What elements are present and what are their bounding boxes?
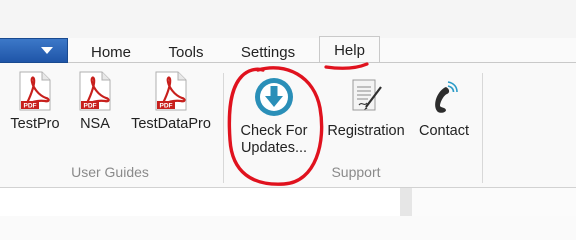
contact-label: Contact — [419, 123, 469, 139]
support-group-label: Support — [331, 164, 381, 180]
testpro-label: TestPro — [10, 116, 60, 132]
registration-button[interactable]: Registration — [322, 77, 410, 140]
group-separator — [223, 73, 224, 183]
testpro-guide-button[interactable]: PDF TestPro — [4, 71, 66, 133]
nsa-label: NSA — [80, 116, 110, 132]
testdatapro-guide-button[interactable]: PDF TestDataPro — [126, 71, 216, 133]
pdf-icon: PDF — [154, 71, 188, 111]
pdf-icon: PDF — [78, 71, 112, 111]
pdf-badge-text: PDF — [84, 103, 97, 110]
pdf-icon: PDF — [18, 71, 52, 111]
user-guides-group-label: User Guides — [71, 164, 149, 180]
check-for-updates-label-line1: Check For — [240, 123, 308, 139]
pdf-badge-text: PDF — [160, 103, 173, 110]
phone-icon — [426, 77, 462, 117]
registration-form-icon — [348, 77, 384, 117]
ribbon-panel: PDF TestPro PDF NSA PDF TestDataPro User… — [0, 63, 576, 188]
tab-help[interactable]: Help — [319, 36, 380, 64]
workspace-splitter[interactable] — [400, 188, 412, 216]
testdatapro-label: TestDataPro — [131, 116, 211, 132]
download-icon — [254, 77, 294, 117]
workspace-right-pane — [412, 188, 576, 216]
tab-settings[interactable]: Settings — [228, 42, 308, 63]
registration-label: Registration — [327, 123, 405, 139]
ribbon-tabs: Home Tools Settings Help — [0, 36, 576, 64]
group-separator — [482, 73, 483, 183]
nsa-guide-button[interactable]: PDF NSA — [72, 71, 118, 133]
check-for-updates-label-line2: Updates... — [240, 140, 308, 156]
title-bar — [0, 0, 576, 38]
tab-tools[interactable]: Tools — [156, 42, 216, 63]
pdf-badge-text: PDF — [24, 103, 37, 110]
contact-button[interactable]: Contact — [412, 77, 476, 140]
check-for-updates-button[interactable]: Check For Updates... — [232, 77, 316, 157]
tab-home[interactable]: Home — [80, 42, 142, 63]
